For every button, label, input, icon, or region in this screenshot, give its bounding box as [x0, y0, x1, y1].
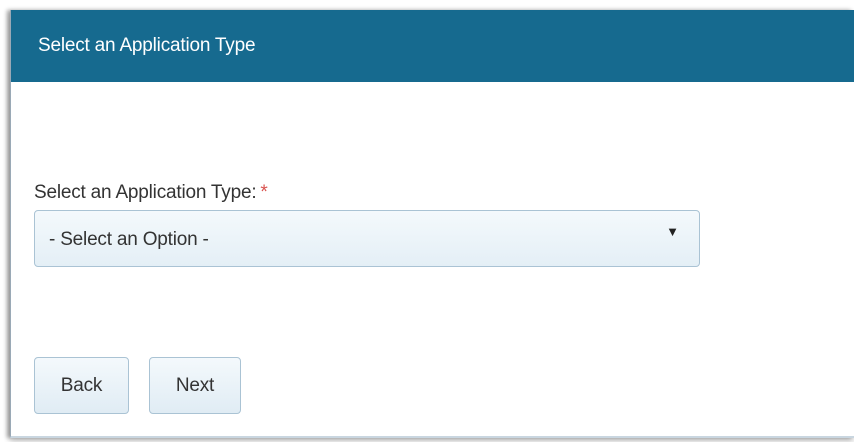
application-type-select[interactable]: - Select an Option - ▼	[34, 210, 700, 267]
back-button[interactable]: Back	[34, 357, 129, 414]
field-label-text: Select an Application Type:	[34, 182, 257, 203]
application-type-panel: Select an Application Type Select an App…	[10, 10, 854, 438]
next-button[interactable]: Next	[149, 357, 241, 414]
panel-header: Select an Application Type	[11, 10, 854, 82]
page: Select an Application Type Select an App…	[0, 0, 854, 442]
required-marker: *	[260, 182, 268, 203]
application-type-label: Select an Application Type: *	[34, 182, 268, 204]
select-value: - Select an Option -	[49, 229, 209, 250]
caret-down-icon: ▼	[666, 224, 679, 239]
panel-title: Select an Application Type	[38, 35, 256, 56]
